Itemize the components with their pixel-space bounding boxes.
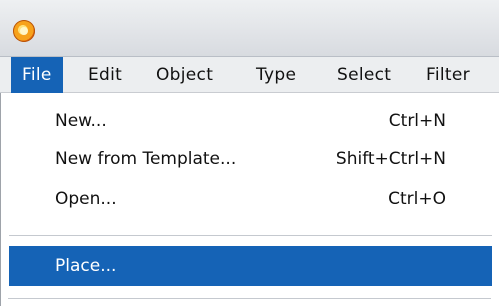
menu-item-shortcut: Shift+Ctrl+N <box>335 149 446 169</box>
title-bar <box>0 0 499 57</box>
menu-item-new[interactable]: New... Ctrl+N <box>9 101 492 141</box>
menu-separator <box>9 235 492 236</box>
menu-item-open[interactable]: Open... Ctrl+O <box>9 179 492 219</box>
menu-item-shortcut: Ctrl+N <box>388 111 446 131</box>
menu-bar: File Edit Object Type Select Filter <box>0 57 499 93</box>
menu-item-new-from-template[interactable]: New from Template... Shift+Ctrl+N <box>9 139 492 179</box>
menu-type[interactable]: Type <box>245 57 307 93</box>
file-menu-dropdown: New... Ctrl+N New from Template... Shift… <box>0 93 499 306</box>
menu-object[interactable]: Object <box>145 57 224 93</box>
menu-item-label: Open... <box>55 189 117 209</box>
menu-edit[interactable]: Edit <box>77 57 133 93</box>
menu-item-label: New from Template... <box>55 149 237 169</box>
menu-item-label: New... <box>55 111 107 131</box>
menu-filter[interactable]: Filter <box>415 57 481 93</box>
app-logo-icon[interactable] <box>13 20 35 42</box>
menu-item-label: Place... <box>55 256 117 276</box>
app-window: File Edit Object Type Select Filter New.… <box>0 0 499 306</box>
menu-item-place[interactable]: Place... <box>9 246 492 286</box>
menu-separator <box>8 298 491 299</box>
menu-file[interactable]: File <box>11 57 63 93</box>
menu-item-shortcut: Ctrl+O <box>388 189 446 209</box>
menu-select[interactable]: Select <box>326 57 402 93</box>
